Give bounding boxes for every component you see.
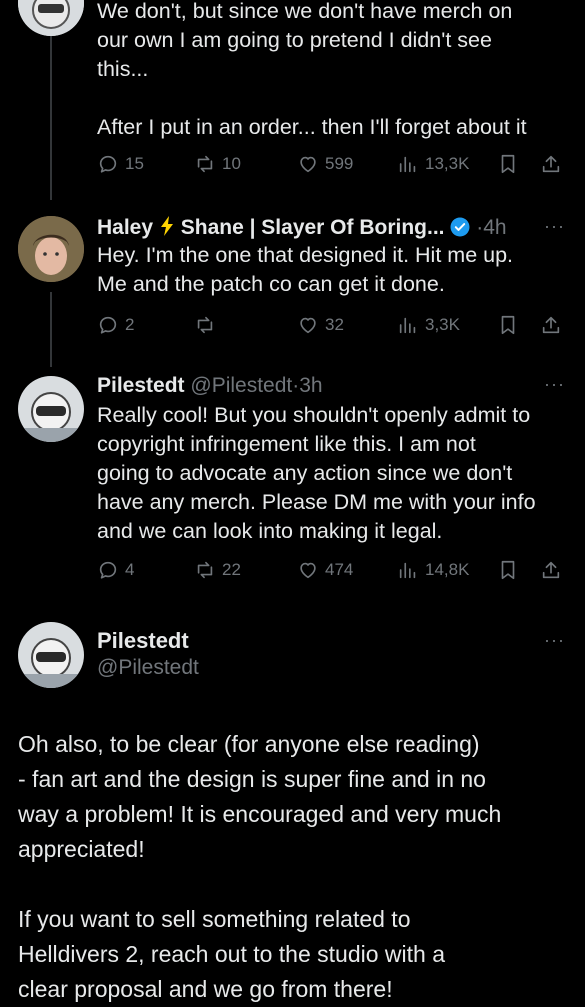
display-name[interactable]: Pilestedt	[97, 628, 189, 654]
avatar[interactable]	[18, 622, 84, 688]
share-button[interactable]	[540, 150, 562, 178]
tweet-actions: 15 10 599 13,3K	[97, 150, 567, 178]
retweet-icon	[197, 561, 213, 579]
share-icon	[542, 155, 560, 173]
tweet-header: Pilestedt @Pilestedt·3h	[97, 372, 323, 400]
display-name-rest[interactable]: Shane | Slayer Of Boring...	[181, 216, 445, 239]
bookmark-button[interactable]	[497, 311, 519, 339]
verified-badge-icon	[450, 217, 470, 237]
like-button[interactable]: 599	[297, 150, 353, 178]
reply-icon	[99, 561, 117, 579]
reply-icon	[99, 155, 117, 173]
views-icon	[399, 562, 416, 579]
share-button[interactable]	[540, 311, 562, 339]
share-button[interactable]	[540, 556, 562, 584]
like-count: 474	[325, 560, 354, 579]
handle[interactable]: @Pilestedt	[97, 656, 199, 680]
avatar[interactable]	[18, 0, 84, 36]
reply-count: 2	[125, 315, 135, 334]
more-options-icon[interactable]: ···	[544, 630, 565, 651]
bookmark-icon	[501, 315, 515, 335]
retweet-icon	[197, 155, 213, 173]
bookmark-button[interactable]	[497, 150, 519, 178]
heart-icon	[300, 156, 316, 173]
like-count: 599	[325, 154, 354, 173]
retweet-button[interactable]	[194, 311, 222, 339]
views-icon	[399, 156, 416, 173]
reply-icon	[99, 316, 117, 334]
views-count: 13,3K	[425, 154, 470, 173]
thread-line	[50, 292, 52, 367]
display-name[interactable]: Haley	[97, 216, 153, 239]
share-icon	[542, 316, 560, 334]
heart-icon	[300, 317, 316, 334]
tweet-header: Haley Shane | Slayer Of Boring... ·4h	[97, 214, 507, 242]
views-icon	[399, 317, 416, 334]
like-button[interactable]: 474	[297, 556, 353, 584]
more-options-icon[interactable]: ···	[544, 374, 565, 395]
tweet-text: Really cool! But you shouldn't openly ad…	[97, 403, 536, 543]
tweet-actions: 2 32 3,3K	[97, 311, 567, 339]
heart-icon	[300, 562, 316, 579]
tweet-actions: 4 22 474 14,8K	[97, 556, 567, 584]
retweet-button[interactable]: 22	[194, 556, 241, 584]
reply-button[interactable]: 2	[97, 311, 134, 339]
retweet-count: 22	[222, 560, 241, 579]
views-button[interactable]: 3,3K	[397, 311, 460, 339]
bookmark-button[interactable]	[497, 556, 519, 584]
views-count: 14,8K	[425, 560, 470, 579]
more-options-icon[interactable]: ···	[544, 216, 565, 237]
tweet-text: Hey. I'm the one that designed it. Hit m…	[97, 243, 514, 296]
retweet-icon	[197, 316, 213, 334]
tweet-text: We don't, but since we don't have merch …	[97, 0, 527, 139]
views-button[interactable]: 14,8K	[397, 556, 469, 584]
retweet-count: 10	[222, 154, 241, 173]
reply-count: 4	[125, 560, 135, 579]
display-name[interactable]: Pilestedt	[97, 374, 185, 397]
views-count: 3,3K	[425, 315, 460, 334]
tweet-text: Oh also, to be clear (for anyone else re…	[18, 731, 502, 1002]
bookmark-icon	[501, 560, 515, 580]
timestamp[interactable]: 4h	[483, 216, 506, 239]
reply-button[interactable]: 4	[97, 556, 134, 584]
views-button[interactable]: 13,3K	[397, 150, 469, 178]
like-button[interactable]: 32	[297, 311, 344, 339]
reply-count: 15	[125, 154, 144, 173]
handle[interactable]: @Pilestedt	[190, 374, 292, 397]
retweet-button[interactable]: 10	[194, 150, 241, 178]
like-count: 32	[325, 315, 344, 334]
share-icon	[542, 561, 560, 579]
reply-button[interactable]: 15	[97, 150, 144, 178]
avatar[interactable]	[18, 376, 84, 442]
bookmark-icon	[501, 154, 515, 174]
timestamp[interactable]: 3h	[299, 374, 322, 397]
lightning-bolt-icon	[160, 216, 173, 236]
avatar[interactable]	[18, 216, 84, 282]
